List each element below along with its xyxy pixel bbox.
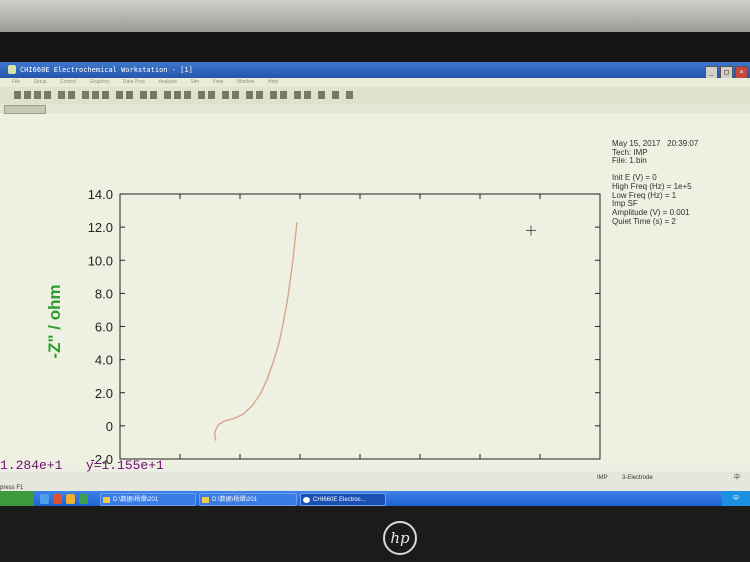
y-tick-label: 8.0 xyxy=(95,286,113,301)
x-tick-label: 6.0 xyxy=(351,465,369,466)
stop-icon[interactable] xyxy=(102,91,109,99)
menu-file[interactable]: File xyxy=(12,79,20,85)
menu-setup[interactable]: Setup xyxy=(33,79,46,85)
menu-data-proc[interactable]: Data Proc xyxy=(123,79,145,85)
question-icon[interactable] xyxy=(346,91,353,99)
title-bar: CHI660E Electrochemical Workstation - [1… xyxy=(0,62,750,79)
monitor-bezel-bottom xyxy=(0,506,750,562)
status-indicator: 中 xyxy=(734,475,741,481)
status-bar: IMP 3-Electrode 中 xyxy=(0,472,750,484)
x-tick-label: 8.0 xyxy=(411,465,429,466)
x-tick-label: 4.0 xyxy=(291,465,309,466)
menu-graphics[interactable]: Graphics xyxy=(89,79,109,85)
window-title: CHI660E Electrochemical Workstation - [1… xyxy=(20,66,193,74)
folder-quicklaunch-icon[interactable] xyxy=(66,494,75,504)
ir-comp-icon[interactable] xyxy=(126,91,133,99)
open-icon[interactable] xyxy=(24,91,31,99)
save-icon[interactable] xyxy=(34,91,41,99)
print-icon[interactable] xyxy=(44,91,51,99)
menu-window[interactable]: Window xyxy=(237,79,255,85)
menu-view[interactable]: View xyxy=(213,79,224,85)
about-icon[interactable] xyxy=(332,91,339,99)
overlay-icon[interactable] xyxy=(174,91,181,99)
status-technique: IMP xyxy=(597,475,608,481)
menu-control[interactable]: Control xyxy=(60,79,76,85)
cell-icon[interactable] xyxy=(150,91,157,99)
manual-results-icon[interactable] xyxy=(208,91,215,99)
y-tick-label: 2.0 xyxy=(95,386,113,401)
x-tick-label: 0 xyxy=(176,465,183,466)
info-quiet-time: Quiet Time (s) = 2 xyxy=(612,216,676,226)
menu-bar: File Setup Control Graphics Data Proc An… xyxy=(0,78,750,87)
status-electrode: 3-Electrode xyxy=(622,475,653,481)
y-axis-label: -Z" / ohm xyxy=(45,284,64,358)
ie-icon[interactable] xyxy=(40,494,49,504)
cursor-readout: 1.284e+1 y=1.155e+1 xyxy=(0,458,164,473)
x-tick-label: 14.0 xyxy=(587,465,612,466)
media-quicklaunch-icon[interactable] xyxy=(79,494,88,504)
plot-frame xyxy=(119,193,601,460)
x-tick-label: 2.0 xyxy=(231,465,249,466)
document-tabstrip xyxy=(0,104,750,114)
math-icon[interactable] xyxy=(270,91,277,99)
menu-analysis[interactable]: Analysis xyxy=(158,79,177,85)
reverse-icon[interactable] xyxy=(116,91,123,99)
derivative-icon[interactable] xyxy=(246,91,253,99)
help-icon[interactable] xyxy=(318,91,325,99)
technique-icon[interactable] xyxy=(58,91,65,99)
graph-icon[interactable] xyxy=(164,91,171,99)
document-tab[interactable] xyxy=(4,105,46,114)
x-tick-label: 10.0 xyxy=(467,465,492,466)
y-tick-label: 12.0 xyxy=(88,220,113,235)
y-tick-label: 6.0 xyxy=(95,320,113,335)
info-file: File: 1.bin xyxy=(612,156,647,166)
app-quicklaunch-icon[interactable] xyxy=(53,494,62,504)
app-icon xyxy=(8,65,16,74)
x-tick-label: 12.0 xyxy=(527,465,552,466)
taskbar-folder-2[interactable]: D:\数据\杨熠\201 xyxy=(199,493,297,506)
folder-icon xyxy=(202,497,209,503)
filter-icon[interactable] xyxy=(140,91,147,99)
new-icon[interactable] xyxy=(14,91,21,99)
y-tick-label: 10.0 xyxy=(88,253,113,268)
add-icon[interactable] xyxy=(184,91,191,99)
parameters-icon[interactable] xyxy=(68,91,75,99)
menu-sim[interactable]: Sim xyxy=(190,79,199,85)
zoom-icon[interactable] xyxy=(198,91,205,99)
y-tick-label: 0 xyxy=(106,419,113,434)
taskbar-folder-1[interactable]: D:\数据\杨熠\201 xyxy=(100,493,196,506)
monitor-screen: CHI660E Electrochemical Workstation - [1… xyxy=(0,62,750,511)
smooth-icon[interactable] xyxy=(232,91,239,99)
folder-icon xyxy=(103,497,110,503)
y-tick-label: 4.0 xyxy=(95,353,113,368)
hp-logo: hp xyxy=(383,521,417,555)
pause-icon[interactable] xyxy=(92,91,99,99)
app-icon xyxy=(303,497,310,503)
y-tick-label: 14.0 xyxy=(88,187,113,202)
taskbar-chi660e[interactable]: CHI660E Electroc... xyxy=(300,493,386,506)
info-panel: May 15, 2017 20:39:07 Tech: IMP File: 1.bi… xyxy=(612,139,698,226)
toolbar xyxy=(0,87,750,105)
peak-icon[interactable] xyxy=(222,91,229,99)
run-icon[interactable] xyxy=(82,91,89,99)
integrate-icon[interactable] xyxy=(256,91,263,99)
sim-icon[interactable] xyxy=(294,91,301,99)
menu-help[interactable]: Help xyxy=(268,79,278,85)
impedance-curve xyxy=(213,222,298,441)
fft-icon[interactable] xyxy=(280,91,287,99)
fit-icon[interactable] xyxy=(304,91,311,99)
